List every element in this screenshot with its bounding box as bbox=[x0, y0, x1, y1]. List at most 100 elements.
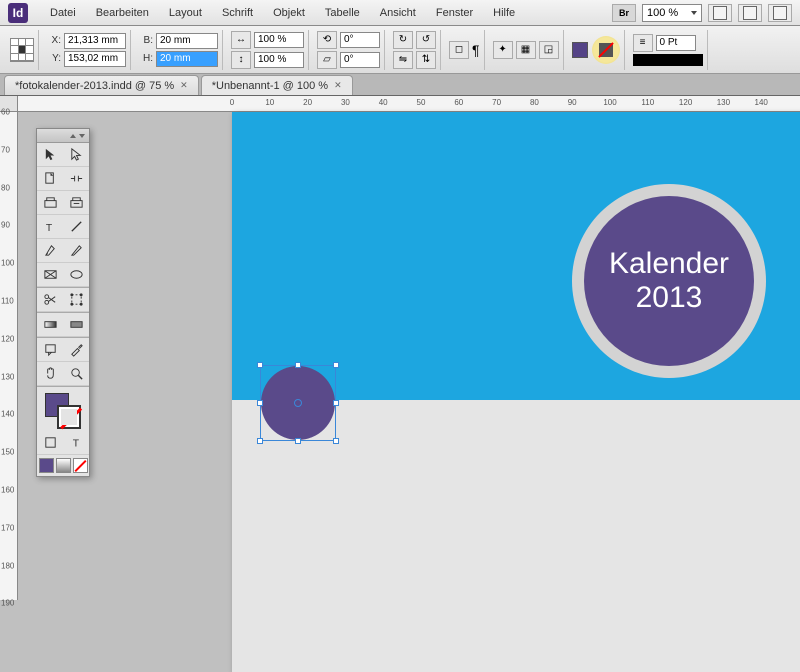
gradient-swatch-tool[interactable] bbox=[37, 313, 63, 337]
tools-panel: T T bbox=[36, 128, 90, 477]
flip-h-button[interactable]: ⇋ bbox=[393, 51, 413, 69]
selection-handle[interactable] bbox=[295, 362, 301, 368]
ellipse-tool[interactable] bbox=[63, 263, 89, 287]
document-tab[interactable]: *fotokalender-2013.indd @ 75 % ✕ bbox=[4, 75, 199, 95]
menu-object[interactable]: Objekt bbox=[263, 3, 315, 23]
selection-handle[interactable] bbox=[257, 362, 263, 368]
scale-x-icon: ↔ bbox=[231, 31, 251, 49]
rotate-field[interactable]: 0° bbox=[340, 32, 380, 48]
arrange-documents-button[interactable] bbox=[768, 4, 792, 22]
apply-color-button[interactable] bbox=[39, 458, 54, 473]
rotate-cw-button[interactable]: ↻ bbox=[393, 31, 413, 49]
vertical-ruler[interactable]: 60708090100110120130140150160170180190 bbox=[0, 112, 18, 600]
content-collector-tool[interactable] bbox=[37, 191, 63, 215]
selection-tool[interactable] bbox=[37, 143, 63, 167]
selection-handle[interactable] bbox=[333, 438, 339, 444]
menu-table[interactable]: Tabelle bbox=[315, 3, 370, 23]
menu-type[interactable]: Schrift bbox=[212, 3, 263, 23]
menu-window[interactable]: Fenster bbox=[426, 3, 483, 23]
stroke-none-button-highlighted[interactable] bbox=[592, 36, 620, 64]
selection-handle[interactable] bbox=[295, 438, 301, 444]
apply-gradient-button[interactable] bbox=[56, 458, 71, 473]
document-tab[interactable]: *Unbenannt-1 @ 100 % ✕ bbox=[201, 75, 353, 95]
menu-edit[interactable]: Bearbeiten bbox=[86, 3, 159, 23]
bridge-button[interactable]: Br bbox=[612, 4, 636, 22]
type-tool[interactable]: T bbox=[37, 215, 63, 239]
note-tool[interactable] bbox=[37, 338, 63, 362]
shear-field[interactable]: 0° bbox=[340, 52, 380, 68]
ruler-tick: 100 bbox=[603, 98, 616, 107]
control-bar: X:21,313 mm Y:153,02 mm B:20 mm H:20 mm … bbox=[0, 26, 800, 74]
pencil-tool[interactable] bbox=[63, 239, 89, 263]
ruler-tick: 100 bbox=[1, 259, 14, 268]
ruler-tick: 70 bbox=[492, 98, 501, 107]
x-label: X: bbox=[47, 35, 61, 46]
page-tool[interactable] bbox=[37, 167, 63, 191]
hand-tool[interactable] bbox=[37, 362, 63, 386]
scale-x-field[interactable]: 100 % bbox=[254, 32, 304, 48]
zoom-tool[interactable] bbox=[63, 362, 89, 386]
gradient-feather-tool[interactable] bbox=[63, 313, 89, 337]
h-label: H: bbox=[139, 53, 153, 64]
formatting-text-button[interactable]: T bbox=[63, 431, 89, 455]
canvas-area[interactable]: Kalender 2013 bbox=[18, 112, 800, 600]
stroke-color-swatch[interactable] bbox=[57, 405, 81, 429]
ruler-tick: 20 bbox=[303, 98, 312, 107]
scale-y-field[interactable]: 100 % bbox=[254, 52, 304, 68]
ruler-tick: 140 bbox=[755, 98, 768, 107]
reference-point-widget[interactable] bbox=[10, 38, 34, 62]
stroke-style-dropdown[interactable] bbox=[633, 54, 703, 66]
selection-center[interactable] bbox=[294, 399, 302, 407]
fill-swatch[interactable] bbox=[572, 42, 588, 58]
screen-mode-button[interactable] bbox=[738, 4, 762, 22]
menu-file[interactable]: Datei bbox=[40, 3, 86, 23]
horizontal-ruler[interactable]: 0102030405060708090100110120130140 bbox=[18, 96, 800, 112]
select-container-button[interactable]: ◻ bbox=[449, 41, 469, 59]
document-page[interactable]: Kalender 2013 bbox=[232, 112, 800, 672]
zoom-level-field[interactable]: 100 % bbox=[642, 4, 702, 22]
width-field[interactable]: 20 mm bbox=[156, 33, 218, 49]
x-field[interactable]: 21,313 mm bbox=[64, 33, 126, 49]
gap-tool[interactable] bbox=[63, 167, 89, 191]
fill-stroke-swatch[interactable] bbox=[37, 387, 89, 431]
pen-tool[interactable] bbox=[37, 239, 63, 263]
stroke-weight-field[interactable]: 0 Pt bbox=[656, 35, 696, 51]
direct-selection-tool[interactable] bbox=[63, 143, 89, 167]
selection-handle[interactable] bbox=[257, 400, 263, 406]
close-icon[interactable]: ✕ bbox=[180, 80, 188, 91]
w-label: B: bbox=[139, 35, 153, 46]
effects-button[interactable]: ✦ bbox=[493, 41, 513, 59]
rectangle-frame-tool[interactable] bbox=[37, 263, 63, 287]
svg-text:T: T bbox=[45, 223, 52, 234]
wrap-button[interactable]: ▦ bbox=[516, 41, 536, 59]
rotate-ccw-button[interactable]: ↺ bbox=[416, 31, 436, 49]
ruler-tick: 70 bbox=[1, 145, 10, 154]
ruler-tick: 120 bbox=[1, 334, 14, 343]
menu-help[interactable]: Hilfe bbox=[483, 3, 525, 23]
free-transform-tool[interactable] bbox=[63, 288, 89, 312]
height-field[interactable]: 20 mm bbox=[156, 51, 218, 67]
view-options-button[interactable] bbox=[708, 4, 732, 22]
selection-handle[interactable] bbox=[257, 438, 263, 444]
title-line1: Kalender bbox=[609, 247, 729, 281]
ruler-tick: 160 bbox=[1, 486, 14, 495]
ruler-tick: 130 bbox=[717, 98, 730, 107]
ruler-tick: 110 bbox=[1, 297, 14, 306]
close-icon[interactable]: ✕ bbox=[334, 80, 342, 91]
y-field[interactable]: 153,02 mm bbox=[64, 51, 126, 67]
selection-handle[interactable] bbox=[333, 362, 339, 368]
selection-handle[interactable] bbox=[333, 400, 339, 406]
menu-layout[interactable]: Layout bbox=[159, 3, 212, 23]
scissors-tool[interactable] bbox=[37, 288, 63, 312]
corner-button[interactable]: ◲ bbox=[539, 41, 559, 59]
menu-view[interactable]: Ansicht bbox=[370, 3, 426, 23]
tools-panel-header[interactable] bbox=[37, 129, 89, 143]
svg-text:T: T bbox=[72, 438, 79, 449]
apply-none-button[interactable] bbox=[73, 458, 88, 473]
large-circle-text[interactable]: Kalender 2013 bbox=[584, 196, 754, 366]
formatting-container-button[interactable] bbox=[37, 431, 63, 455]
eyedropper-tool[interactable] bbox=[63, 338, 89, 362]
flip-v-button[interactable]: ⇅ bbox=[416, 51, 436, 69]
content-placer-tool[interactable] bbox=[63, 191, 89, 215]
line-tool[interactable] bbox=[63, 215, 89, 239]
